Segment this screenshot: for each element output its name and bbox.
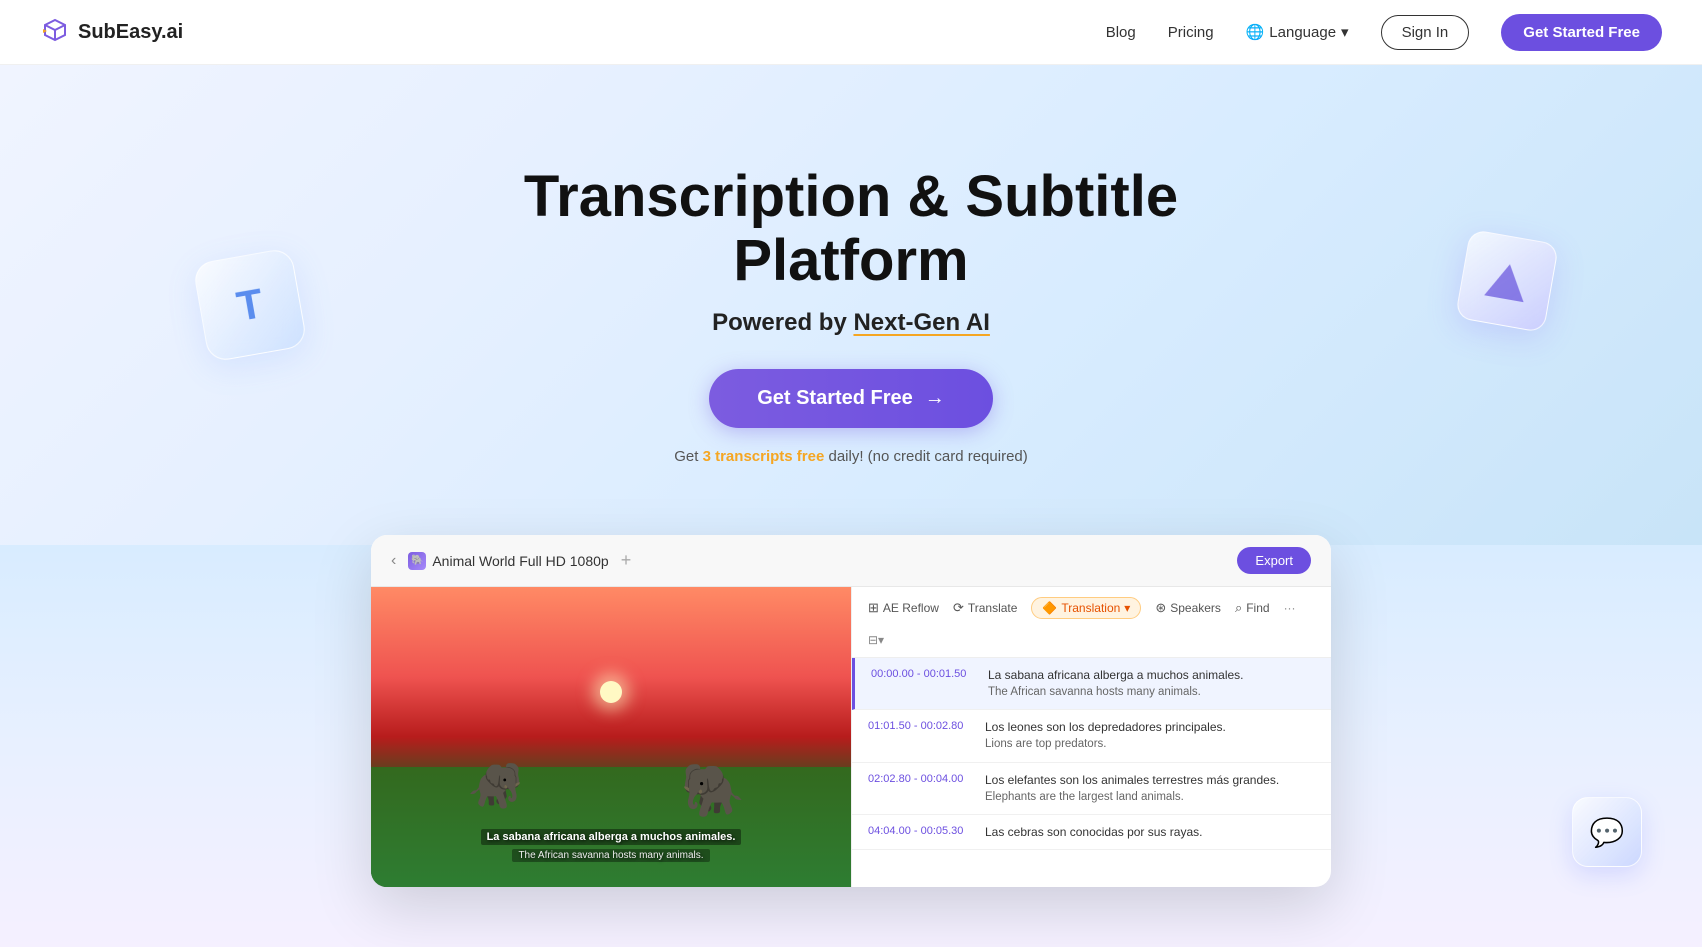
translation-icon: 🔶: [1042, 601, 1057, 615]
transcript-text: La sabana africana alberga a muchos anim…: [988, 666, 1315, 701]
sun-decoration: [600, 681, 622, 703]
tab-label: Animal World Full HD 1080p: [432, 553, 608, 569]
transcript-time: 00:00.00 - 00:01.50: [871, 666, 976, 701]
view-button[interactable]: ⊟▾: [868, 633, 884, 647]
hero-subtext-highlight: 3 transcripts free: [703, 448, 825, 465]
translation-chevron: ▾: [1124, 601, 1130, 615]
logo: SubEasy.ai: [40, 17, 183, 47]
transcript-line-primary: Los leones son los depredadores principa…: [985, 718, 1315, 736]
app-titlebar: ‹ 🐘 Animal World Full HD 1080p + Export: [371, 535, 1331, 587]
reflow-button[interactable]: ⊞ AE Reflow: [868, 600, 939, 616]
hero-cta-button[interactable]: Get Started Free →: [709, 369, 993, 428]
transcript-time: 04:04.00 - 00:05.30: [868, 823, 973, 841]
transcript-row[interactable]: 04:04.00 - 00:05.30 Las cebras son conoc…: [852, 815, 1331, 850]
video-panel: 🐘 🐘 La sabana africana alberga a muchos …: [371, 587, 851, 887]
video-sub-line1: La sabana africana alberga a muchos anim…: [395, 827, 827, 845]
logo-icon: [40, 17, 70, 47]
transcript-line-secondary: The African savanna hosts many animals.: [988, 684, 1315, 701]
hero-subtext-prefix: Get: [674, 448, 702, 465]
hero-title: Transcription & Subtitle Platform: [401, 165, 1301, 293]
transcript-text: Las cebras son conocidas por sus rayas.: [985, 823, 1315, 841]
screenshot-section: ‹ 🐘 Animal World Full HD 1080p + Export …: [0, 545, 1702, 947]
transcript-time: 02:02.80 - 00:04.00: [868, 771, 973, 806]
find-button[interactable]: ⌕ Find: [1235, 600, 1270, 616]
translation-button[interactable]: 🔶 Translation ▾: [1031, 597, 1141, 619]
transcript-line-secondary: Elephants are the largest land animals.: [985, 789, 1315, 806]
float-chat-icon: 💬: [1572, 797, 1642, 867]
prism-triangle: [1484, 260, 1529, 301]
chevron-down-icon: ▾: [1341, 23, 1349, 41]
transcript-row[interactable]: 01:01.50 - 00:02.80 Los leones son los d…: [852, 710, 1331, 762]
transcript-panel: ⊞ AE Reflow ⟳ Translate 🔶 Translation ▾ …: [851, 587, 1331, 887]
glass-cube-icon: T: [192, 247, 308, 363]
chat-bubble-icon: 💬: [1572, 797, 1642, 867]
add-tab-button[interactable]: +: [621, 550, 632, 571]
app-body: 🐘 🐘 La sabana africana alberga a muchos …: [371, 587, 1331, 887]
hero-subtitle-highlight: Next-Gen AI: [853, 309, 989, 336]
elephant-right-icon: 🐘: [681, 760, 746, 821]
transcript-line-primary: La sabana africana alberga a muchos anim…: [988, 666, 1315, 684]
app-window: ‹ 🐘 Animal World Full HD 1080p + Export …: [371, 535, 1331, 887]
globe-icon: 🌐: [1246, 23, 1265, 41]
hero-section: T Transcription & Subtitle Platform Powe…: [0, 65, 1702, 545]
hero-subtitle: Powered by Next-Gen AI: [712, 309, 990, 337]
transcript-text: Los leones son los depredadores principa…: [985, 718, 1315, 753]
back-button[interactable]: ‹: [391, 552, 396, 570]
video-sub-line2: The African savanna hosts many animals.: [395, 845, 827, 863]
navbar: SubEasy.ai Blog Pricing 🌐 Language ▾ Sig…: [0, 0, 1702, 65]
hero-subtext-suffix: daily! (no credit card required): [824, 448, 1027, 465]
nav-cta-button[interactable]: Get Started Free: [1501, 14, 1662, 51]
logo-text: SubEasy.ai: [78, 21, 183, 44]
signin-button[interactable]: Sign In: [1381, 15, 1470, 50]
nav-language[interactable]: 🌐 Language ▾: [1246, 23, 1349, 41]
reflow-icon: ⊞: [868, 600, 879, 616]
transcript-line-primary: Los elefantes son los animales terrestre…: [985, 771, 1315, 789]
float-icon-left: T: [200, 255, 300, 355]
find-icon: ⌕: [1235, 600, 1242, 616]
hero-cta-label: Get Started Free: [757, 387, 913, 410]
tab-icon: 🐘: [408, 552, 426, 570]
transcript-time: 01:01.50 - 00:02.80: [868, 718, 973, 753]
float-icon-right: [1462, 236, 1552, 326]
elephant-left-icon: 🐘: [467, 759, 523, 812]
transcript-line-primary: Las cebras son conocidas por sus rayas.: [985, 823, 1315, 841]
transcript-row[interactable]: 00:00.00 - 00:01.50 La sabana africana a…: [852, 658, 1331, 710]
transcript-text: Los elefantes son los animales terrestre…: [985, 771, 1315, 806]
hero-subtitle-prefix: Powered by: [712, 309, 853, 336]
video-subtitles: La sabana africana alberga a muchos anim…: [395, 827, 827, 863]
translate-icon: ⟳: [953, 600, 964, 616]
video-background: 🐘 🐘 La sabana africana alberga a muchos …: [371, 587, 851, 887]
speakers-icon: ⊛: [1155, 600, 1166, 616]
nav-links: Blog Pricing 🌐 Language ▾ Sign In Get St…: [1106, 14, 1662, 51]
hero-subtext: Get 3 transcripts free daily! (no credit…: [674, 448, 1028, 465]
nav-pricing[interactable]: Pricing: [1168, 24, 1214, 41]
export-button[interactable]: Export: [1237, 547, 1311, 574]
translate-button[interactable]: ⟳ Translate: [953, 600, 1017, 616]
transcript-row[interactable]: 02:02.80 - 00:04.00 Los elefantes son lo…: [852, 763, 1331, 815]
more-options-button[interactable]: ···: [1284, 601, 1296, 615]
transcript-toolbar: ⊞ AE Reflow ⟳ Translate 🔶 Translation ▾ …: [852, 587, 1331, 658]
transcript-line-secondary: Lions are top predators.: [985, 736, 1315, 753]
tab-animal-world[interactable]: 🐘 Animal World Full HD 1080p: [408, 552, 608, 570]
arrow-right-icon: →: [925, 387, 945, 410]
nav-blog[interactable]: Blog: [1106, 24, 1136, 41]
transcript-rows: 00:00.00 - 00:01.50 La sabana africana a…: [852, 658, 1331, 887]
speakers-button[interactable]: ⊛ Speakers: [1155, 600, 1221, 616]
glass-prism-icon: [1455, 229, 1559, 333]
